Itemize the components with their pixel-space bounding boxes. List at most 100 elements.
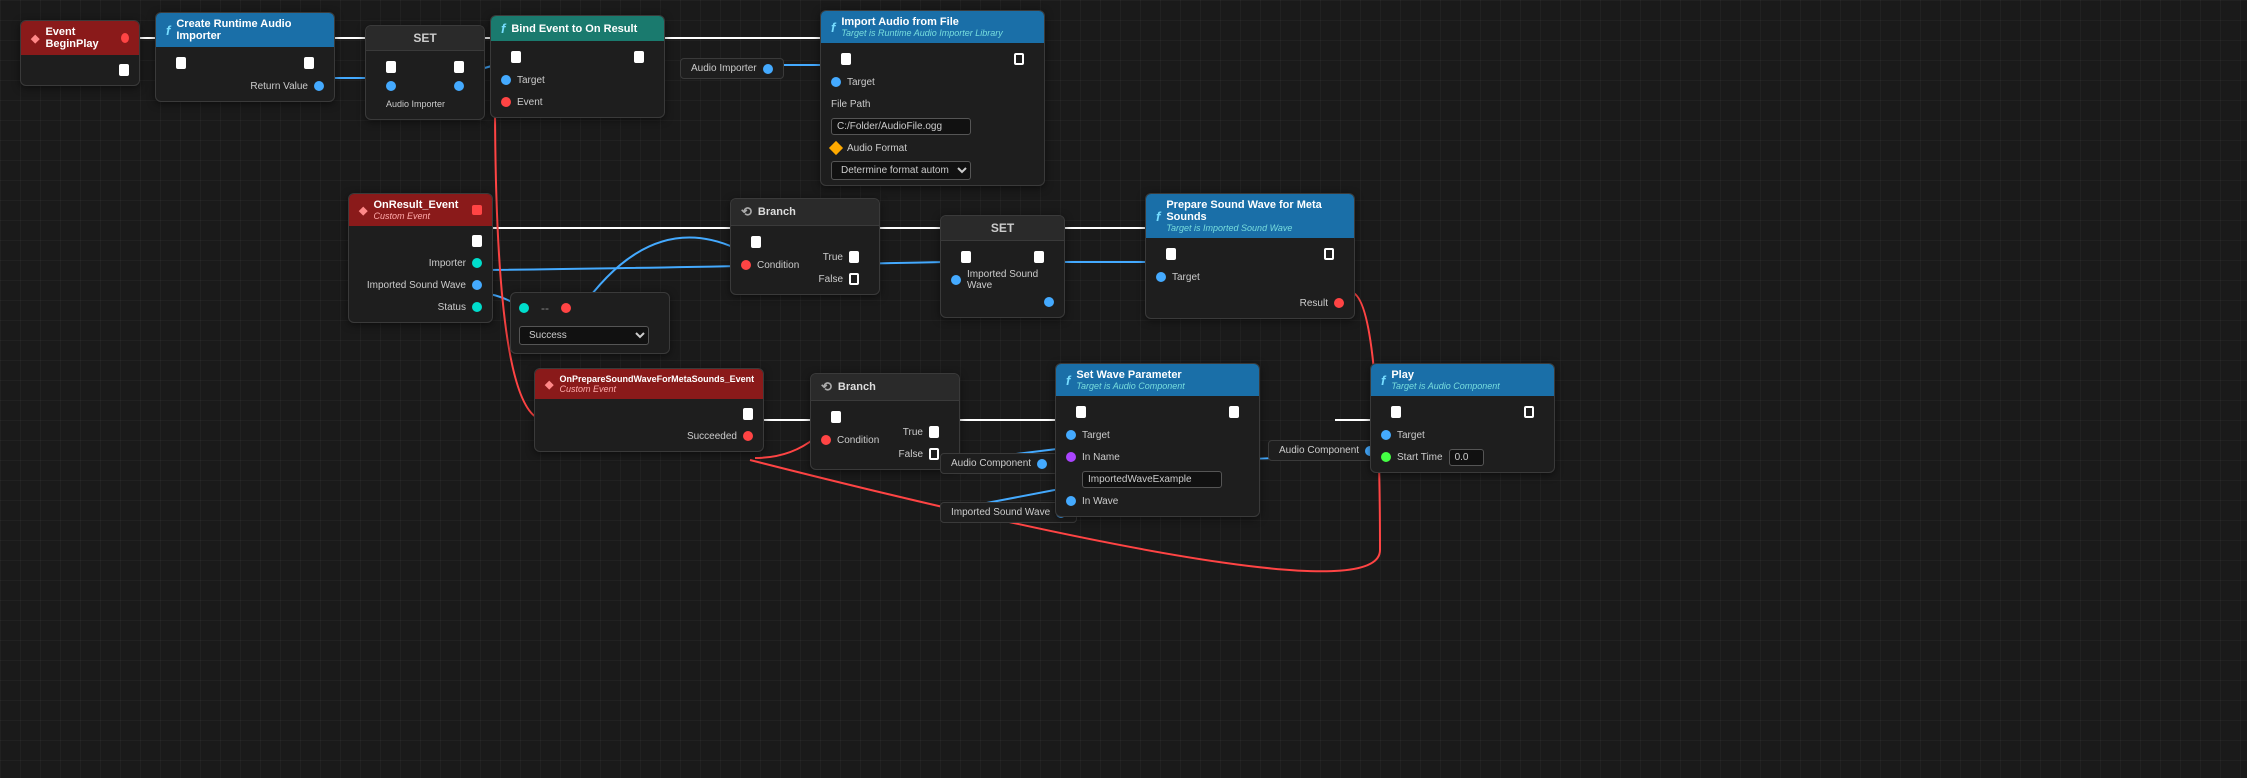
imported-sw-label: Imported Sound Wave: [367, 280, 466, 291]
branch1-node: ⟲ Branch Condition True False: [730, 198, 880, 295]
success-compare-node: -- Success: [510, 292, 670, 354]
exec-row: [1156, 244, 1344, 264]
compare-out-pin: [561, 303, 571, 313]
on-prepare-node: ◆ OnPrepareSoundWaveForMetaSounds_Event …: [534, 368, 764, 452]
prepare-subtitle: Target is Imported Sound Wave: [1166, 223, 1344, 233]
branch2-node: ⟲ Branch Condition True False: [810, 373, 960, 470]
exec-out: [304, 57, 314, 69]
import-audio-node: f Import Audio from File Target is Runti…: [820, 10, 1045, 186]
on-prepare-body: Succeeded: [535, 399, 763, 451]
target-row: Target: [1381, 426, 1544, 444]
success-select[interactable]: Success: [519, 326, 649, 345]
bind-event-body: Target Event: [491, 41, 664, 117]
create-runtime-title: Create Runtime Audio Importer: [176, 18, 324, 42]
imported-sw-row: Imported Sound Wave: [359, 276, 482, 294]
exec-out: [1524, 406, 1534, 418]
event-pin: [501, 97, 511, 107]
exec-row: [501, 47, 654, 67]
false-pin: [929, 448, 939, 460]
in-name-input[interactable]: [1082, 471, 1222, 488]
true-pin: [929, 426, 939, 438]
audio-comp-label: Audio Component: [951, 458, 1031, 469]
exec-out: [1014, 53, 1024, 65]
importer-label: Importer: [429, 258, 466, 269]
on-prepare-header-text: OnPrepareSoundWaveForMetaSounds_Event Cu…: [559, 374, 754, 394]
diamond-pin: [829, 141, 843, 155]
branch1-body: Condition True False: [731, 226, 879, 294]
set-wave-title: Set Wave Parameter: [1076, 369, 1184, 381]
target-pin: [501, 75, 511, 85]
filepath-row: File Path: [831, 95, 1034, 113]
bind-icon: f: [501, 21, 505, 36]
exec-in: [1076, 406, 1086, 418]
compare-in-pin: [519, 303, 529, 313]
exec-in: [751, 236, 761, 248]
target-label: Target: [1172, 272, 1200, 283]
set-header: SET: [366, 26, 484, 51]
set2-header: SET: [941, 216, 1064, 241]
target-label: Target: [1397, 430, 1425, 441]
target-label: Target: [1082, 430, 1110, 441]
audio-importer-connector-label: Audio Importer: [691, 63, 757, 74]
false-label: False: [819, 274, 843, 285]
exec-out-row: [359, 232, 482, 250]
set-wave-body: Target In Name In Wave: [1056, 396, 1259, 516]
event-begin-play-title: Event BeginPlay: [45, 26, 114, 50]
branch1-header: ⟲ Branch: [731, 199, 879, 226]
audio-comp-out-pin: [1037, 459, 1047, 469]
prepare-title: Prepare Sound Wave for Meta Sounds: [1166, 199, 1344, 223]
audio-importer-label-row: Audio Importer: [376, 95, 474, 113]
result-row: Result: [1156, 294, 1344, 312]
audio-importer-connector: Audio Importer: [680, 58, 784, 79]
in-name-input-row: [1066, 470, 1249, 488]
create-runtime-header: f Create Runtime Audio Importer: [156, 13, 334, 47]
exec-in: [961, 251, 971, 263]
imported-sw-label: Imported Sound Wave: [967, 269, 1054, 291]
audioformat-row: Audio Format: [831, 139, 1034, 157]
true-label: True: [903, 427, 923, 438]
event-begin-play-node: ◆ Event BeginPlay: [20, 20, 140, 86]
in-wave-label: In Wave: [1082, 496, 1118, 507]
exec-out: [472, 235, 482, 247]
import-body: Target File Path Audio Format Determine …: [821, 43, 1044, 185]
branch2-title: Branch: [838, 381, 876, 393]
target-label: Target: [847, 77, 875, 88]
bind-event-header: f Bind Event to On Result: [491, 16, 664, 41]
import-audio-header: f Import Audio from File Target is Runti…: [821, 11, 1044, 43]
import-icon: f: [831, 20, 835, 35]
on-result-header-text: OnResult_Event Custom Event: [373, 199, 458, 221]
event-icon2: ◆: [359, 204, 367, 217]
true-label: True: [823, 252, 843, 263]
in-wave-pin: [1066, 496, 1076, 506]
target-row: Target: [501, 71, 654, 89]
exec-out: [1034, 251, 1044, 263]
filepath-input[interactable]: [831, 118, 971, 135]
start-time-input[interactable]: [1449, 449, 1484, 466]
start-time-pin: [1381, 452, 1391, 462]
true-pin: [849, 251, 859, 263]
succeeded-row: Succeeded: [545, 427, 753, 445]
import-subtitle: Target is Runtime Audio Importer Library: [841, 28, 1002, 38]
import-title: Import Audio from File: [841, 16, 1002, 28]
set-wave-icon: f: [1066, 373, 1070, 388]
set-body: Audio Importer: [366, 51, 484, 119]
exec-out: [634, 51, 644, 63]
prepare-header-text: Prepare Sound Wave for Meta Sounds Targe…: [1166, 199, 1344, 233]
on-result-header: ◆ OnResult_Event Custom Event: [349, 194, 492, 226]
on-result-event-node: ◆ OnResult_Event Custom Event Importer I…: [348, 193, 493, 323]
result-pin: [1334, 298, 1344, 308]
set-wave-subtitle: Target is Audio Component: [1076, 381, 1184, 391]
compare-body: -- Success: [511, 293, 669, 353]
imported-sw-lower-label: Imported Sound Wave: [951, 507, 1050, 518]
audioformat-select-row: Determine format automatically: [831, 161, 1034, 179]
audioformat-select[interactable]: Determine format automatically: [831, 161, 971, 180]
return-value-row: Return Value: [166, 77, 324, 95]
play-title: Play: [1391, 369, 1499, 381]
succeeded-pin: [743, 431, 753, 441]
target-label: Target: [517, 75, 545, 86]
on-prepare-title: OnPrepareSoundWaveForMetaSounds_Event: [559, 374, 754, 384]
status-row: Status: [359, 298, 482, 316]
set-wave-param-node: f Set Wave Parameter Target is Audio Com…: [1055, 363, 1260, 517]
prepare-sound-node: f Prepare Sound Wave for Meta Sounds Tar…: [1145, 193, 1355, 319]
importer-pin: [472, 258, 482, 268]
